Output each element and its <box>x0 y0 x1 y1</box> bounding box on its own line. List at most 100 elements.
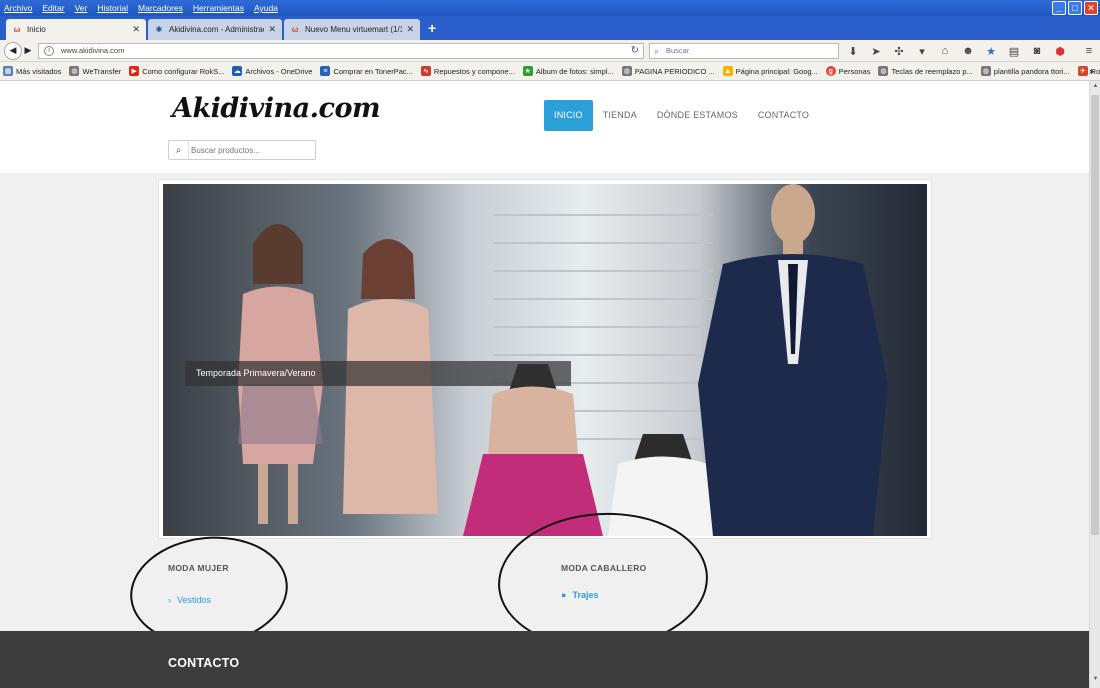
mannequins-illustration <box>238 184 888 536</box>
close-window-button[interactable]: ✕ <box>1084 1 1098 15</box>
bookmark-item[interactable]: ∿ Repuestos y compone... <box>420 66 515 76</box>
window-menubar: Archivo Editar Ver Historial Marcadores … <box>0 0 1100 16</box>
akidivina-favicon-icon: ω <box>13 25 21 34</box>
globe-icon: ◍ <box>69 66 80 76</box>
nav-inicio[interactable]: INICIO <box>544 100 593 131</box>
search-icon: ⌕ <box>654 46 660 56</box>
url-bar[interactable]: i www.akidivina.com ↻ <box>38 43 644 59</box>
maximize-button[interactable]: □ <box>1068 1 1082 15</box>
bookmark-label: PAGINA PERIODICO ... <box>634 66 715 76</box>
bookmark-item[interactable]: ≡ Comprar en TonerPac... <box>320 66 413 76</box>
hero-slider[interactable]: Temporada Primavera/Verano <box>158 179 932 539</box>
send-icon[interactable]: ➤ <box>868 44 884 58</box>
bookmark-item[interactable]: ☁ Archivos - OneDrive <box>232 66 312 76</box>
hero-image: Temporada Primavera/Verano <box>163 184 927 536</box>
bookmark-label: Página principal: Goog... <box>735 66 818 76</box>
tab-administracion[interactable]: ✱ Akidivina.com - Administració... ✕ <box>148 19 282 40</box>
globe-icon: ◍ <box>878 66 889 76</box>
tab-strip: ω Inicio ✕ ✱ Akidivina.com - Administrac… <box>0 16 1100 40</box>
close-tab-icon[interactable]: ✕ <box>132 24 140 35</box>
minimize-button[interactable]: _ <box>1052 1 1066 15</box>
bookmark-label: Teclas de reemplazo p... <box>891 66 973 76</box>
menu-marcadores[interactable]: Marcadores <box>138 3 183 13</box>
bookmark-label: WeTransfer <box>82 66 122 76</box>
browser-search-input[interactable]: ⌕ Buscar <box>649 43 839 59</box>
bookmark-item[interactable]: ▲ Página principal: Goog... <box>722 66 818 76</box>
back-button[interactable]: ◀ <box>4 41 22 60</box>
bookmark-item[interactable]: ◍ WeTransfer <box>69 66 121 76</box>
reload-icon[interactable]: ↻ <box>631 44 639 58</box>
store-icon: ≡ <box>320 66 331 76</box>
extension-icon[interactable]: ✣ <box>891 44 907 58</box>
bookmark-label: Album de fotos: simpl... <box>535 66 614 76</box>
bookmark-item[interactable]: ★ Album de fotos: simpl... <box>522 66 614 76</box>
cloud-icon: ☁ <box>232 66 243 76</box>
bookmark-item[interactable]: ▶ Como configurar RokS... <box>129 66 224 76</box>
product-search-input[interactable] <box>191 142 311 158</box>
gplus-icon: g <box>825 66 836 76</box>
star-icon: ★ <box>522 66 533 76</box>
pocket-icon[interactable]: ◙ <box>1029 44 1045 58</box>
close-tab-icon[interactable]: ✕ <box>268 24 276 35</box>
tab-label: Nuevo Menu virtuemart (1/1) <box>305 25 403 34</box>
new-tab-button[interactable]: + <box>428 20 436 36</box>
footer-title: CONTACTO <box>168 656 240 670</box>
arrow-left-icon: ◀ <box>9 45 17 55</box>
menu-ayuda[interactable]: Ayuda <box>254 3 278 13</box>
download-icon[interactable]: ⬇ <box>845 44 861 58</box>
menu-ver[interactable]: Ver <box>75 3 88 13</box>
site-logo[interactable]: Akidivina.com <box>172 93 381 124</box>
wave-icon: ∿ <box>420 66 431 76</box>
nav-tienda[interactable]: TIENDA <box>593 100 647 131</box>
scrollbar-thumb[interactable] <box>1091 95 1099 535</box>
browser-search-placeholder: Buscar <box>666 46 690 55</box>
nav-donde-estamos[interactable]: DÓNDE ESTAMOS <box>647 100 748 131</box>
chat-icon[interactable]: ☻ <box>960 44 976 58</box>
globe-icon: ◍ <box>621 66 632 76</box>
menu-herramientas[interactable]: Herramientas <box>193 3 244 13</box>
bookmark-label: Repuestos y compone... <box>433 66 515 76</box>
search-icon[interactable]: ⌕ <box>169 141 189 159</box>
forward-button[interactable]: ▶ <box>22 42 34 60</box>
joomla-favicon-icon: ✱ <box>155 25 163 34</box>
page-viewport: Akidivina.com ⌕ INICIO TIENDA DÓNDE ESTA… <box>0 81 1089 688</box>
main-navigation: INICIO TIENDA DÓNDE ESTAMOS CONTACTO <box>544 100 819 131</box>
menu-archivo[interactable]: Archivo <box>4 3 32 13</box>
home-icon[interactable]: ⌂ <box>937 44 953 58</box>
adblock-icon[interactable]: ⬢ <box>1052 44 1068 58</box>
bookmark-label: Personas <box>838 66 871 76</box>
dropdown-icon[interactable]: ▾ <box>914 44 930 58</box>
hero-caption: Temporada Primavera/Verano <box>185 361 571 386</box>
hamburger-menu-icon[interactable]: ≡ <box>1081 44 1097 58</box>
arrow-right-icon: ▶ <box>24 45 32 55</box>
bookmark-star-icon[interactable]: ★ <box>983 44 999 58</box>
bookmark-item[interactable]: ◍ Teclas de reemplazo p... <box>878 66 973 76</box>
bookmarks-bar: ▦ Más visitados ◍ WeTransfer ▶ Como configu… <box>0 62 1100 81</box>
bookmark-item[interactable]: g Personas <box>825 66 871 76</box>
site-footer: CONTACTO <box>0 631 1089 688</box>
tab-nuevo-menu[interactable]: ω Nuevo Menu virtuemart (1/1) ✕ <box>284 19 420 40</box>
menu-editar[interactable]: Editar <box>42 3 64 13</box>
scroll-down-icon[interactable]: ▼ <box>1091 676 1100 686</box>
drive-icon: ▲ <box>722 66 733 76</box>
url-text: www.akidivina.com <box>61 46 125 55</box>
menu-historial[interactable]: Historial <box>97 3 128 13</box>
folder-icon: ▦ <box>3 66 13 76</box>
globe-icon: ◍ <box>980 66 991 76</box>
bookmarks-list-icon[interactable]: ▤ <box>1006 44 1022 58</box>
akidivina-favicon-icon: ω <box>291 25 299 34</box>
bookmark-item[interactable]: ◍ PAGINA PERIODICO ... <box>621 66 715 76</box>
product-search[interactable]: ⌕ <box>168 140 316 160</box>
vertical-scrollbar[interactable]: ▲ ▼ <box>1089 81 1100 688</box>
bookmark-label: Archivos - OneDrive <box>245 66 313 76</box>
close-tab-icon[interactable]: ✕ <box>406 24 414 35</box>
info-icon[interactable]: i <box>44 46 54 56</box>
bookmark-item[interactable]: ◍ plantilla pandora ttori... <box>980 66 1070 76</box>
bookmark-label: Como configurar RokS... <box>142 66 225 76</box>
bookmark-item[interactable]: ▦ Más visitados <box>3 66 61 76</box>
nav-contacto[interactable]: CONTACTO <box>748 100 819 131</box>
scroll-up-icon[interactable]: ▲ <box>1091 83 1100 93</box>
more-bookmarks-icon[interactable]: » <box>1089 66 1094 76</box>
tab-inicio[interactable]: ω Inicio ✕ <box>6 19 146 40</box>
navigation-toolbar: ◀ ▶ i www.akidivina.com ↻ ⌕ Buscar ⬇ ➤ ✣… <box>0 40 1100 62</box>
